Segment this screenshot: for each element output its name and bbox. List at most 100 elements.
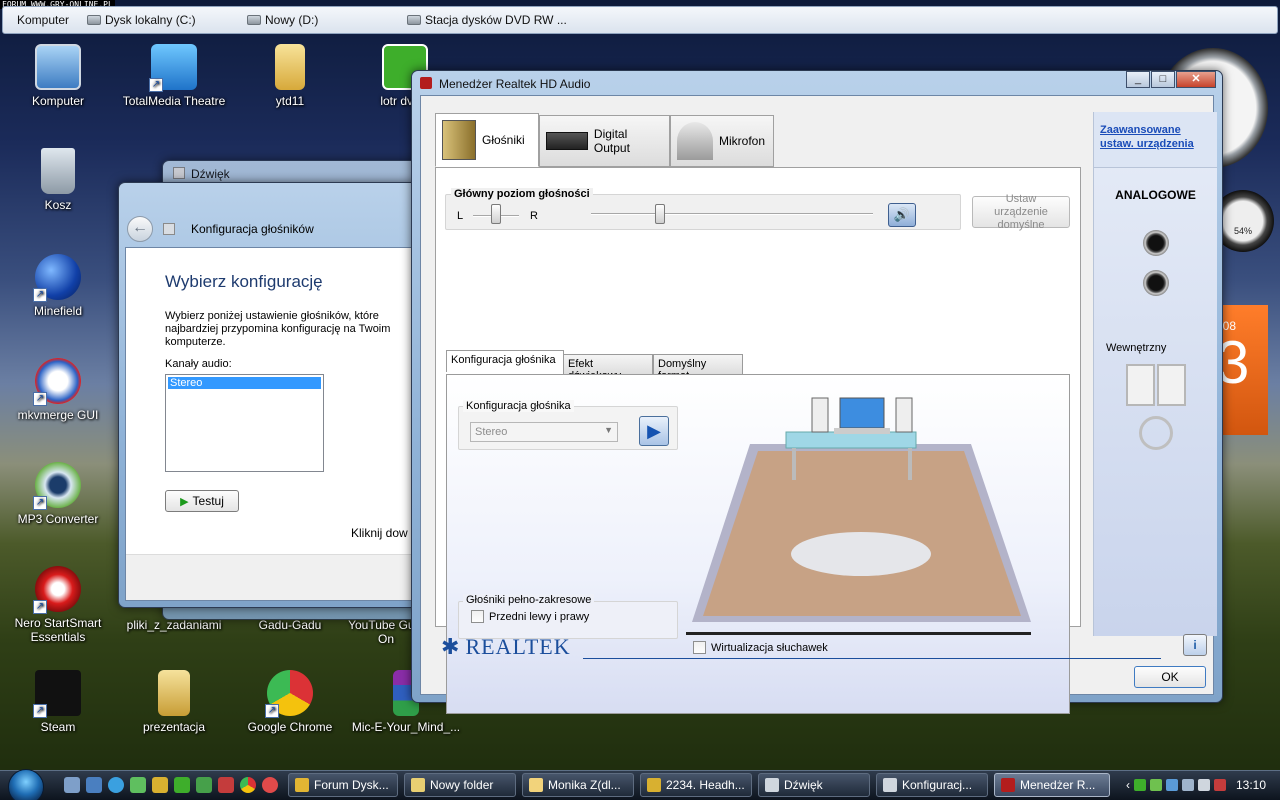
desktop-icon-ytd11[interactable]: ytd11 bbox=[230, 44, 350, 108]
chrome-icon: ↗ bbox=[265, 670, 313, 718]
switch-windows-icon[interactable] bbox=[86, 777, 102, 793]
channels-label: Kanały audio: bbox=[165, 358, 232, 370]
speaker-config-dropdown[interactable]: Stereo ▼ bbox=[470, 422, 618, 442]
back-arrow-icon[interactable]: ← bbox=[127, 216, 153, 242]
brand-divider bbox=[583, 658, 1161, 659]
desktop-icon-label: Nero StartSmart Essentials bbox=[14, 616, 102, 644]
desktop-icon-label: prezentacja bbox=[142, 720, 206, 734]
power-icon[interactable] bbox=[1181, 779, 1194, 791]
tab-microphone[interactable]: Mikrofon bbox=[670, 115, 774, 167]
explorer-address-bar: Komputer Dysk lokalny (C:) Nowy (D:) Sta… bbox=[2, 6, 1278, 34]
desktop-icon-steam[interactable]: ↗ Steam bbox=[0, 670, 118, 734]
quicklaunch-app-icon[interactable] bbox=[262, 777, 278, 793]
chevron-left-icon[interactable]: ‹ bbox=[1126, 778, 1130, 792]
taskbar-button-new-folder[interactable]: Nowy folder bbox=[404, 773, 516, 797]
quicklaunch-app-icon[interactable] bbox=[130, 777, 146, 793]
speaker-config-window[interactable]: ← Konfiguracja głośników Wybierz konfigu… bbox=[118, 182, 418, 608]
headphone-virtualization-checkbox[interactable]: Wirtualizacja słuchawek bbox=[693, 641, 828, 654]
desktop-icon-prezentacja[interactable]: prezentacja bbox=[114, 670, 234, 734]
desk-leg bbox=[792, 448, 796, 480]
chrome-icon[interactable] bbox=[240, 777, 256, 793]
volume-slider-thumb[interactable] bbox=[655, 204, 665, 224]
checkbox-box[interactable] bbox=[471, 610, 484, 623]
minimize-button[interactable]: _ bbox=[1126, 71, 1150, 88]
quicklaunch-app-icon[interactable] bbox=[152, 777, 168, 793]
left-speaker-icon bbox=[811, 397, 829, 433]
mute-button[interactable]: 🔊 bbox=[888, 203, 916, 227]
drive-c-label: Dysk lokalny (C:) bbox=[105, 13, 196, 27]
dvd-drive-label: Stacja dysków DVD RW ... bbox=[425, 13, 567, 27]
desktop-icon-computer[interactable]: Komputer bbox=[0, 44, 118, 108]
desk-leg bbox=[908, 448, 912, 480]
advanced-settings-link[interactable]: Zaawansowane ustaw. urządzenia bbox=[1100, 124, 1194, 150]
connector-panel: Zaawansowane ustaw. urządzenia ANALOGOWE… bbox=[1093, 112, 1217, 636]
ok-button[interactable]: OK bbox=[1134, 666, 1206, 688]
desktop-icon-minefield[interactable]: ↗ Minefield bbox=[0, 254, 118, 318]
balance-slider-thumb[interactable] bbox=[491, 204, 501, 224]
taskbar-button-headh[interactable]: 2234. Headh... bbox=[640, 773, 752, 797]
drive-d-link[interactable]: Nowy (D:) bbox=[247, 13, 407, 27]
quicklaunch-app-icon[interactable] bbox=[196, 777, 212, 793]
speaker-icon bbox=[883, 778, 897, 792]
volume-icon[interactable] bbox=[1197, 779, 1210, 791]
taskbar-button-config[interactable]: Konfiguracj... bbox=[876, 773, 988, 797]
dvd-drive-link[interactable]: Stacja dysków DVD RW ... bbox=[407, 13, 607, 27]
desktop-icon-mp3-converter[interactable]: ↗ MP3 Converter bbox=[0, 462, 118, 526]
realtek-window[interactable]: Menedżer Realtek HD Audio _ □ ✕ Głośniki… bbox=[411, 70, 1223, 714]
tab-digital-output[interactable]: Digital Output bbox=[539, 115, 670, 167]
desktop-icon-label: Steam bbox=[40, 720, 76, 734]
utorrent-icon[interactable] bbox=[174, 777, 190, 793]
taskbar-button-label: Dźwięk bbox=[784, 778, 823, 792]
chrome-icon bbox=[295, 778, 309, 792]
list-item[interactable]: Stereo bbox=[168, 377, 321, 389]
channels-listbox[interactable]: Stereo bbox=[165, 374, 324, 472]
folder-icon bbox=[275, 44, 305, 90]
audio-jack-icon[interactable] bbox=[1142, 270, 1169, 296]
taskbar-button-monika[interactable]: Monika Z(dl... bbox=[522, 773, 634, 797]
drive-c-link[interactable]: Dysk lokalny (C:) bbox=[87, 13, 247, 27]
taskbar-button-forum[interactable]: Forum Dysk... bbox=[288, 773, 398, 797]
subtab-speaker-config[interactable]: Konfiguracja głośnika bbox=[446, 350, 564, 372]
minefield-icon: ↗ bbox=[33, 254, 81, 302]
fullrange-group-label: Głośniki pełno-zakresowe bbox=[463, 594, 595, 606]
desktop-icon-nero[interactable]: ↗ Nero StartSmart Essentials bbox=[0, 566, 118, 644]
folder-icon bbox=[158, 670, 190, 716]
subtab-default-format[interactable]: Domyślny format bbox=[653, 354, 743, 382]
quicklaunch-app-icon[interactable] bbox=[218, 777, 234, 793]
internet-explorer-icon[interactable] bbox=[108, 777, 124, 793]
desktop-icon-chrome[interactable]: ↗ Google Chrome bbox=[230, 670, 350, 734]
taskbar-button-sound[interactable]: Dźwięk bbox=[758, 773, 870, 797]
desktop-icon-totalmedia[interactable]: ↗ TotalMedia Theatre bbox=[114, 44, 234, 108]
tab-speakers[interactable]: Głośniki bbox=[435, 113, 539, 167]
realtek-tray-icon[interactable] bbox=[1213, 779, 1226, 791]
microphone-icon bbox=[677, 122, 713, 160]
play-test-button[interactable]: ▶ bbox=[639, 416, 669, 446]
close-button[interactable]: ✕ bbox=[1176, 71, 1216, 88]
info-button[interactable]: i bbox=[1183, 634, 1207, 656]
gadu-tray-icon[interactable] bbox=[1149, 779, 1162, 791]
taskbar-button-label: Menedżer R... bbox=[1020, 778, 1096, 792]
show-desktop-icon[interactable] bbox=[64, 777, 80, 793]
desktop-icon-mkvmerge[interactable]: ↗ mkvmerge GUI bbox=[0, 358, 118, 422]
utorrent-tray-icon[interactable] bbox=[1133, 779, 1146, 791]
hint-text: Kliknij dow bbox=[351, 526, 408, 540]
start-button[interactable] bbox=[8, 769, 44, 800]
desktop-icon-recycle-bin[interactable]: Kosz bbox=[0, 148, 118, 212]
audio-jack-icon[interactable] bbox=[1142, 230, 1169, 256]
steam-icon: ↗ bbox=[33, 670, 81, 718]
wizard-nav: ← Konfiguracja głośników bbox=[127, 215, 413, 243]
subtab-sound-effect[interactable]: Efekt dźwiękowy bbox=[563, 354, 653, 382]
network-icon[interactable] bbox=[1165, 779, 1178, 791]
desktop-icon-label: mkvmerge GUI bbox=[17, 408, 99, 422]
taskbar-button-realtek[interactable]: Menedżer R... bbox=[994, 773, 1110, 797]
clock-time[interactable]: 13:10 bbox=[1236, 778, 1266, 792]
checkbox-box[interactable] bbox=[693, 641, 706, 654]
maximize-button[interactable]: □ bbox=[1151, 71, 1175, 88]
set-default-device-label: Ustaw urządzenie domyślne bbox=[994, 192, 1048, 231]
info-icon: i bbox=[1193, 638, 1197, 652]
test-button[interactable]: ▶ Testuj bbox=[165, 490, 239, 512]
front-lr-checkbox[interactable]: Przedni lewy i prawy bbox=[471, 610, 589, 623]
set-default-device-button[interactable]: Ustaw urządzenie domyślne bbox=[972, 193, 1070, 231]
breadcrumb-computer[interactable]: Komputer bbox=[17, 13, 87, 27]
computer-icon bbox=[35, 44, 81, 90]
